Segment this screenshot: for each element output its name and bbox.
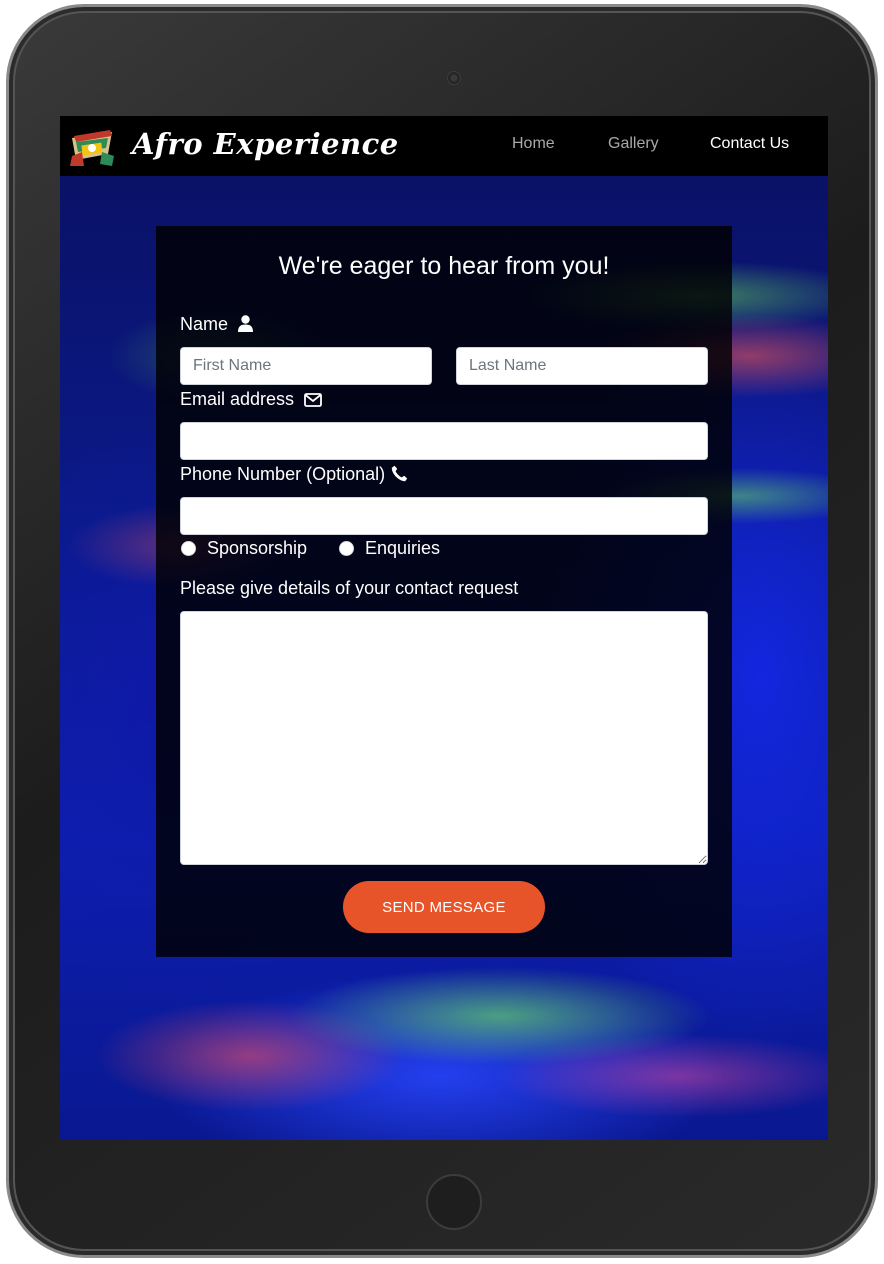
email-label-text: Email address [180, 389, 295, 409]
radio-label: Sponsorship [207, 538, 308, 558]
radio-enquiries[interactable]: Enquiries [339, 537, 440, 559]
first-name-input[interactable] [180, 347, 432, 385]
screen: Afro Experience Home Gallery Contact Us … [60, 116, 828, 1140]
envelope-icon [304, 393, 322, 407]
radio-label: Enquiries [365, 538, 441, 558]
navbar: Afro Experience Home Gallery Contact Us [60, 116, 828, 176]
email-label: Email address [180, 388, 322, 410]
camera-icon [447, 71, 461, 85]
nav-link-contact-us[interactable]: Contact Us [710, 134, 789, 154]
brand-name[interactable]: Afro Experience [132, 124, 399, 164]
radio-sponsorship[interactable]: Sponsorship [181, 537, 307, 559]
phone-label-text: Phone Number (Optional) [180, 464, 386, 484]
user-icon [238, 315, 254, 332]
last-name-input[interactable] [456, 347, 708, 385]
phone-label: Phone Number (Optional) [180, 463, 408, 485]
form-title: We're eager to hear from you! [278, 252, 610, 280]
details-label: Please give details of your contact requ… [180, 578, 519, 598]
home-button[interactable] [426, 1174, 482, 1230]
name-label-text: Name [180, 314, 229, 334]
logo-icon[interactable] [68, 126, 116, 168]
phone-input[interactable] [180, 497, 708, 535]
name-label: Name [180, 313, 254, 335]
phone-icon [391, 465, 408, 482]
send-message-button[interactable]: SEND MESSAGE [343, 881, 545, 933]
radio-button[interactable] [181, 540, 196, 556]
nav-link-home[interactable]: Home [512, 134, 555, 154]
nav-link-gallery[interactable]: Gallery [608, 134, 659, 154]
radio-button[interactable] [339, 540, 354, 556]
details-textarea[interactable] [180, 611, 708, 865]
contact-form: We're eager to hear from you! Name Email… [156, 226, 732, 957]
email-input[interactable] [180, 422, 708, 460]
